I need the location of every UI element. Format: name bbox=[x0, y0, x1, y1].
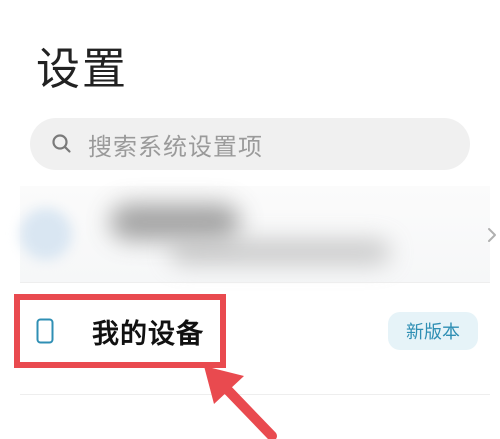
account-subtitle-blurred bbox=[170, 240, 390, 264]
my-device-row[interactable]: 我的设备 新版本 bbox=[0, 290, 500, 370]
divider bbox=[20, 394, 490, 395]
page-title: 设置 bbox=[36, 44, 128, 95]
search-icon bbox=[52, 134, 71, 153]
avatar bbox=[20, 208, 72, 260]
search-input-placeholder[interactable]: 搜索系统设置项 bbox=[88, 127, 263, 162]
phone-icon bbox=[36, 318, 54, 344]
my-device-label: 我的设备 bbox=[92, 319, 204, 350]
account-name-blurred bbox=[110, 204, 240, 240]
search-bar[interactable]: 搜索系统设置项 bbox=[30, 118, 470, 170]
new-version-badge: 新版本 bbox=[388, 312, 478, 350]
divider bbox=[20, 282, 490, 283]
chevron-right-icon bbox=[488, 228, 496, 242]
account-card[interactable] bbox=[20, 186, 496, 282]
